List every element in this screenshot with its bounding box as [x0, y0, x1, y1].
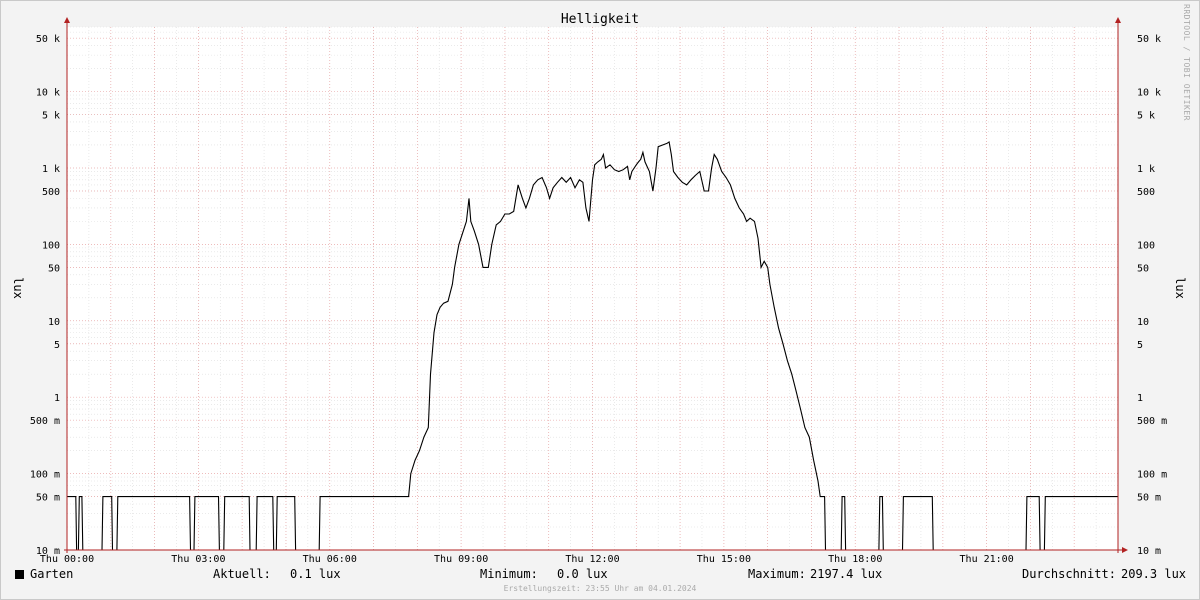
- y-axis-arrow-icon: [64, 17, 70, 23]
- y-tick-label: 5 k: [1137, 111, 1155, 122]
- y-tick-label: 500: [1137, 187, 1155, 198]
- y-tick-label: 50: [48, 263, 60, 274]
- y-tick-label: 50 k: [1137, 34, 1161, 45]
- y-tick-labels-left: 50 k 10 k 5 k 1 k 500 100 50 10 5 1 500 m 100 m 50 m…: [30, 34, 60, 557]
- y-tick-label: 10: [48, 317, 60, 328]
- y-tick-label: 50: [1137, 263, 1149, 274]
- y-tick-label: 5: [54, 340, 60, 351]
- y-tick-label: 5: [1137, 340, 1143, 351]
- y-tick-label: 1 k: [1137, 164, 1155, 175]
- x-axis-arrow-icon: [1122, 547, 1128, 553]
- y-axis-label-right: lux: [1173, 277, 1187, 299]
- chart-title: Helligkeit: [561, 12, 639, 27]
- x-tick-label: Thu 12:00: [565, 554, 619, 565]
- y-tick-label: 10 k: [1137, 88, 1161, 99]
- y-tick-label: 500 m: [1137, 416, 1167, 427]
- legend-series-name: Garten: [30, 567, 74, 581]
- y-tick-label: 1 k: [42, 164, 60, 175]
- legend-max-label: Maximum:: [748, 567, 806, 581]
- y-tick-label: 5 k: [42, 111, 60, 122]
- y-tick-label: 100: [1137, 240, 1155, 251]
- x-tick-label: Thu 21:00: [960, 554, 1014, 565]
- legend-swatch: [15, 570, 24, 579]
- y-tick-label: 10 m: [1137, 546, 1161, 557]
- x-tick-label: Thu 18:00: [828, 554, 882, 565]
- y-tick-label: 1: [1137, 393, 1143, 404]
- x-tick-label: Thu 09:00: [434, 554, 488, 565]
- y-tick-label: 50 m: [36, 493, 60, 504]
- x-tick-label: Thu 15:00: [697, 554, 751, 565]
- legend-avg-label: Durchschnitt:: [1022, 567, 1116, 581]
- legend-avg-value: 209.3 lux: [1121, 567, 1187, 581]
- legend-max-value: 2197.4 lux: [810, 567, 883, 581]
- y-tick-label: 10 k: [36, 88, 60, 99]
- y-tick-label: 50 m: [1137, 493, 1161, 504]
- y-tick-label: 500: [42, 187, 60, 198]
- y-axis-arrow-icon: [1115, 17, 1121, 23]
- y-tick-label: 1: [54, 393, 60, 404]
- y-tick-label: 100 m: [30, 470, 60, 481]
- y-tick-label: 50 k: [36, 34, 60, 45]
- y-tick-label: 10: [1137, 317, 1149, 328]
- x-tick-label: Thu 03:00: [171, 554, 225, 565]
- y-tick-label: 500 m: [30, 416, 60, 427]
- footer-timestamp: Erstellungszeit: 23:55 Uhr am 04.01.2024: [503, 584, 697, 593]
- legend-min-value: 0.0 lux: [557, 567, 608, 581]
- legend-current-value: 0.1 lux: [290, 567, 341, 581]
- legend-current-label: Aktuell:: [213, 567, 271, 581]
- y-tick-label: 100 m: [1137, 470, 1167, 481]
- y-tick-labels-right: 50 k 10 k 5 k 1 k 500 100 50 10 5 1 500 m 100 m 50 m…: [1137, 34, 1167, 557]
- x-tick-label: Thu 00:00: [40, 554, 94, 565]
- legend-min-label: Minimum:: [480, 567, 538, 581]
- watermark: RRDTOOL / TOBI OETIKER: [1182, 4, 1191, 121]
- x-tick-label: Thu 06:00: [303, 554, 357, 565]
- x-tick-labels: Thu 00:00 Thu 03:00 Thu 06:00 Thu 09:00 Thu …: [40, 554, 1014, 565]
- chart-svg: 50 k 10 k 5 k 1 k 500 100 50 10 5 1 500 m 100 m 50 m…: [11, 12, 1187, 565]
- y-tick-label: 100: [42, 240, 60, 251]
- y-axis-label-left: lux: [11, 277, 25, 299]
